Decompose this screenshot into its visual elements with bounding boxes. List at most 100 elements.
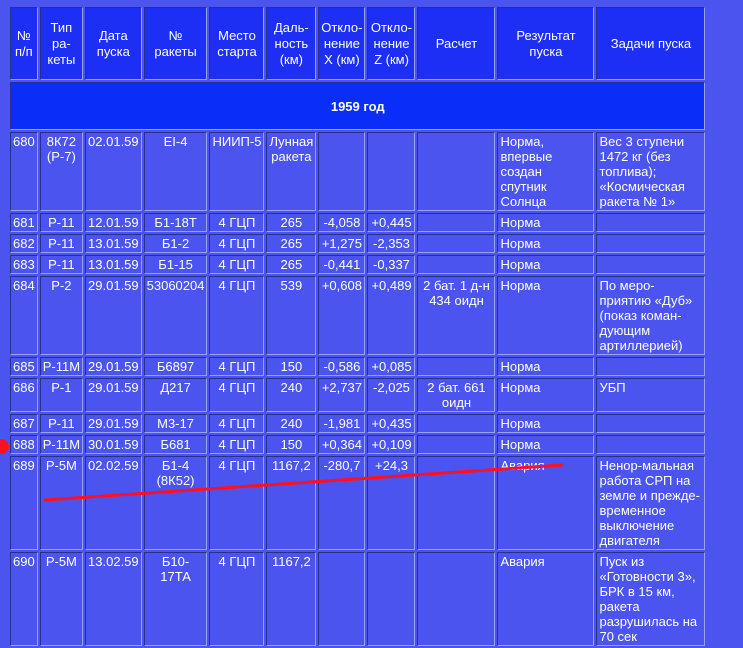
header-rocket-no: № ракеты — [143, 7, 208, 80]
table-row: 684 Р-2 29.01.59 53060204 4 ГЦП 539 +0,608 +0,4… — [10, 276, 706, 355]
cell-num: 684 — [10, 276, 38, 355]
cell-result: Авария — [497, 456, 595, 550]
cell-type: Р-5М — [39, 456, 84, 550]
cell-result: Норма — [497, 435, 595, 454]
cell-calc — [417, 552, 496, 646]
cell-site: 4 ГЦП — [209, 435, 265, 454]
cell-result: Норма — [497, 213, 595, 232]
cell-dev-x: +0,364 — [318, 435, 366, 454]
cell-range: 1167,2 — [266, 456, 317, 550]
year-label: 1959 год — [10, 82, 706, 130]
cell-site: НИИП-5 — [209, 132, 265, 211]
cell-dev-x: -1,981 — [318, 414, 366, 433]
cell-dev-z: +24,3 — [367, 456, 416, 550]
cell-rocket-no: Б10-17ТА — [143, 552, 208, 646]
cell-dev-x: +0,608 — [318, 276, 366, 355]
cell-result: Авария — [497, 552, 595, 646]
cell-type: Р-11 — [39, 213, 84, 232]
cell-rocket-no: Б6897 — [143, 357, 208, 376]
cell-tasks — [596, 255, 706, 274]
table-row: 680 8К72 (Р-7) 02.01.59 ЕI-4 НИИП-5 Лунная ра… — [10, 132, 706, 211]
cell-num: 680 — [10, 132, 38, 211]
cell-range: 240 — [266, 414, 317, 433]
cell-calc — [417, 435, 496, 454]
cell-num: 686 — [10, 378, 38, 412]
table-row: 690 Р-5М 13.02.59 Б10-17ТА 4 ГЦП 1167,2 Авария… — [10, 552, 706, 646]
cell-type: Р-11 — [39, 255, 84, 274]
cell-result: Норма — [497, 414, 595, 433]
cell-num: 690 — [10, 552, 38, 646]
cell-dev-x: -0,586 — [318, 357, 366, 376]
cell-tasks — [596, 234, 706, 253]
cell-range: 265 — [266, 234, 317, 253]
cell-rocket-no: Б681 — [143, 435, 208, 454]
header-dev-x: Откло-нение X (км) — [318, 7, 366, 80]
cell-range: 539 — [266, 276, 317, 355]
cell-calc — [417, 414, 496, 433]
cell-dev-z: -2,025 — [367, 378, 416, 412]
cell-result: Норма — [497, 255, 595, 274]
cell-dev-z: -0,337 — [367, 255, 416, 274]
cell-date: 02.02.59 — [85, 456, 142, 550]
cell-date: 13.01.59 — [85, 234, 142, 253]
table-row: 689 Р-5М 02.02.59 Б1-4 (8К52) 4 ГЦП 1167,2 -28… — [10, 456, 706, 550]
cell-result: Норма, впервые создан спутник Солнца — [497, 132, 595, 211]
header-site: Место старта — [209, 7, 265, 80]
cell-rocket-no: Б1-4 (8К52) — [143, 456, 208, 550]
cell-num: 685 — [10, 357, 38, 376]
cell-rocket-no: Б1-2 — [143, 234, 208, 253]
cell-dev-x: +2,737 — [318, 378, 366, 412]
cell-rocket-no: М3-17 — [143, 414, 208, 433]
cell-calc — [417, 234, 496, 253]
cell-tasks — [596, 414, 706, 433]
cell-date: 29.01.59 — [85, 276, 142, 355]
table-row: 688 Р-11М 30.01.59 Б681 4 ГЦП 150 +0,364 +0,109… — [10, 435, 706, 454]
cell-calc — [417, 456, 496, 550]
cell-type: Р-11 — [39, 234, 84, 253]
cell-tasks: Вес 3 ступени 1472 кг (без топлива); «Ко… — [596, 132, 706, 211]
cell-site: 4 ГЦП — [209, 552, 265, 646]
cell-site: 4 ГЦП — [209, 456, 265, 550]
header-row: № п/п Тип ра-кеты Дата пуска № ракеты Ме… — [10, 7, 706, 80]
cell-num: 683 — [10, 255, 38, 274]
cell-type: Р-2 — [39, 276, 84, 355]
cell-rocket-no: ЕI-4 — [143, 132, 208, 211]
cell-site: 4 ГЦП — [209, 213, 265, 232]
cell-dev-x: -280,7 — [318, 456, 366, 550]
cell-dev-x: -0,441 — [318, 255, 366, 274]
header-num: № п/п — [10, 7, 38, 80]
cell-rocket-no: Б1-18Т — [143, 213, 208, 232]
cell-site: 4 ГЦП — [209, 276, 265, 355]
cell-rocket-no: Д217 — [143, 378, 208, 412]
header-dev-z: Откло-нение Z (км) — [367, 7, 416, 80]
cell-result: Норма — [497, 378, 595, 412]
cell-num: 681 — [10, 213, 38, 232]
cell-num: 688 — [10, 435, 38, 454]
table-row: 683 Р-11 13.01.59 Б1-15 4 ГЦП 265 -0,441 -0,337… — [10, 255, 706, 274]
cell-date: 13.01.59 — [85, 255, 142, 274]
cell-date: 12.01.59 — [85, 213, 142, 232]
table-row: 686 Р-1 29.01.59 Д217 4 ГЦП 240 +2,737 -2,025 2 … — [10, 378, 706, 412]
cell-type: 8К72 (Р-7) — [39, 132, 84, 211]
cell-date: 30.01.59 — [85, 435, 142, 454]
cell-dev-x — [318, 552, 366, 646]
cell-range: 150 — [266, 435, 317, 454]
cell-site: 4 ГЦП — [209, 378, 265, 412]
cell-type: Р-11 — [39, 414, 84, 433]
cell-dev-z: +0,435 — [367, 414, 416, 433]
cell-tasks: Ненор-мальная работа СРП на земле и преж… — [596, 456, 706, 550]
table-row: 681 Р-11 12.01.59 Б1-18Т 4 ГЦП 265 -4,058 +0,44… — [10, 213, 706, 232]
cell-dev-z: +0,085 — [367, 357, 416, 376]
cell-site: 4 ГЦП — [209, 414, 265, 433]
cell-dev-x: +1,275 — [318, 234, 366, 253]
cell-date: 29.01.59 — [85, 414, 142, 433]
cell-date: 29.01.59 — [85, 378, 142, 412]
cell-result: Норма — [497, 234, 595, 253]
cell-date: 13.02.59 — [85, 552, 142, 646]
cell-tasks — [596, 213, 706, 232]
cell-calc — [417, 255, 496, 274]
cell-site: 4 ГЦП — [209, 357, 265, 376]
header-date: Дата пуска — [85, 7, 142, 80]
cell-dev-z — [367, 132, 416, 211]
cell-range: 265 — [266, 255, 317, 274]
